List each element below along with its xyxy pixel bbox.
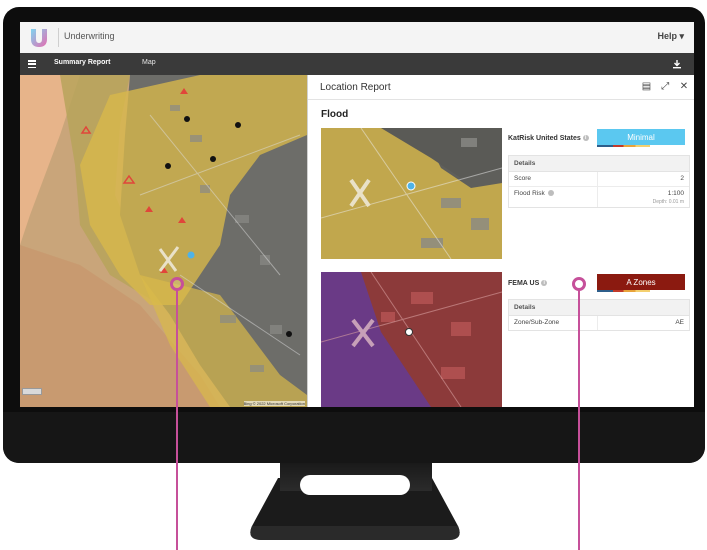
callout-marker-report [572,277,586,291]
info-icon[interactable] [547,190,554,197]
hamburger-menu-icon[interactable] [28,60,36,69]
fema-label: FEMA US i [508,280,548,287]
katrisk-label: KatRisk United States i [508,135,589,142]
risk-scale-stripe [597,290,685,292]
info-icon[interactable]: i [582,135,589,142]
fema-zone-badge: A Zones [597,274,685,292]
katrisk-risk-badge: Minimal [597,129,685,147]
collapse-icon[interactable]: ⤢ [660,82,670,92]
details-header: Details [509,300,689,316]
map-view[interactable]: Bing © 2022 Microsoft Corporation [20,75,307,407]
app-header: Underwriting Help ▾ [20,22,694,54]
nav-bar: Summary Report Map [20,53,694,75]
download-icon[interactable] [672,59,682,69]
report-header: Location Report ▤ ⤢ ✕ [308,75,694,100]
tab-map[interactable]: Map [142,59,156,66]
katrisk-flood-map-image [321,128,502,259]
katrisk-details-table: Details Score 2 Flood Risk 1:100 Depth: 0… [508,155,690,208]
fema-details-table: Details Zone/Sub-Zone AE [508,299,690,331]
help-menu-button[interactable]: Help ▾ [657,31,684,42]
callout-line-report [578,290,580,550]
app-title: Underwriting [64,31,115,41]
document-icon[interactable]: ▤ [641,82,651,92]
info-icon[interactable]: i [541,280,548,287]
location-report-panel: Location Report ▤ ⤢ ✕ Flood KatRisk Unit… [307,75,694,407]
monitor-stand-slot [300,475,410,495]
tab-summary-report[interactable]: Summary Report [54,59,110,66]
table-row: Flood Risk 1:100 Depth: 0.01 m [509,187,689,207]
table-row: Zone/Sub-Zone AE [509,316,689,330]
map-canvas[interactable] [20,75,307,407]
risk-scale-stripe [597,145,685,147]
section-title-flood: Flood [321,109,349,120]
callout-marker-map [170,277,184,291]
map-attribution: Bing © 2022 Microsoft Corporation [243,401,305,406]
callout-line-map [176,290,178,550]
header-divider [58,28,59,47]
fema-flood-map-image [321,272,502,407]
map-scale-bar [22,388,42,395]
details-header: Details [509,156,689,172]
app-screen: Underwriting Help ▾ Summary Report Map B… [20,22,694,407]
close-icon[interactable]: ✕ [679,82,689,92]
table-row: Score 2 [509,172,689,187]
monitor-chin [3,412,705,463]
app-logo[interactable] [28,26,50,48]
report-title: Location Report [320,82,391,93]
